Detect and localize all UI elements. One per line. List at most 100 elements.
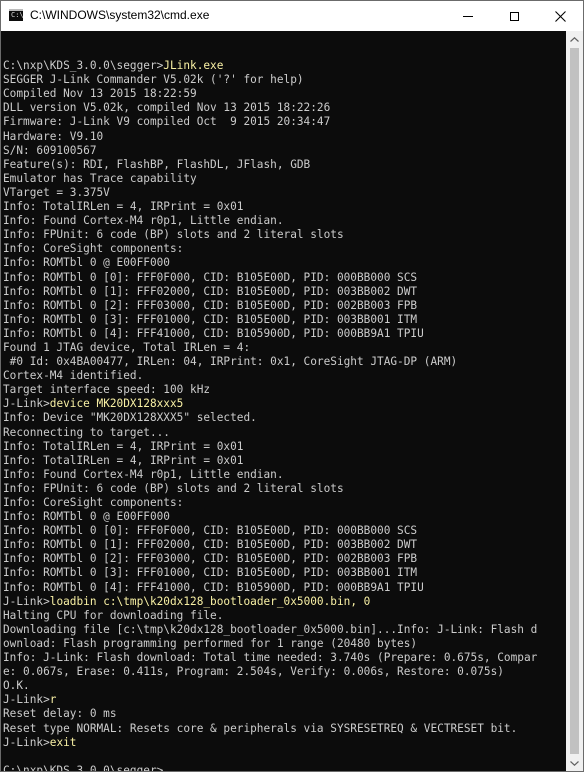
close-button[interactable]: [537, 1, 583, 31]
console-line: Info: ROMTbl 0 [3]: FFF01000, CID: B105E…: [3, 566, 537, 580]
output-text: Reconnecting to target...: [3, 425, 170, 439]
maximize-icon: [509, 11, 519, 21]
console-line: Compiled Nov 13 2015 18:22:59: [3, 87, 537, 101]
console-output[interactable]: C:\nxp\KDS_3.0.0\segger>JLink.exe SEGGER …: [1, 31, 566, 772]
console-line: VTarget = 3.375V: [3, 186, 537, 200]
console-line: ownload: Flash programming performed for…: [3, 637, 537, 651]
output-text: Halting CPU for downloading file.: [3, 608, 224, 622]
output-text: Downloading file [c:\tmp\k20dx128_bootlo…: [3, 622, 538, 636]
console-line: S/N: 609100567: [3, 144, 537, 158]
console-line: C:\nxp\KDS_3.0.0\segger>JLink.exe: [3, 59, 537, 73]
scrollbar-thumb[interactable]: [570, 48, 579, 754]
console-line: Info: ROMTbl 0 [0]: FFF0F000, CID: B105E…: [3, 271, 537, 285]
output-text: Info: ROMTbl 0 [0]: FFF0F000, CID: B105E…: [3, 270, 418, 284]
console-line: Cortex-M4 identified.: [3, 369, 537, 383]
console-line: Info: ROMTbl 0 @ E00FF000: [3, 510, 537, 524]
vertical-scrollbar[interactable]: [566, 31, 583, 771]
console-line: Info: ROMTbl 0 @ E00FF000: [3, 256, 537, 270]
console-line: Info: TotalIRLen = 4, IRPrint = 0x01: [3, 454, 537, 468]
output-text: Firmware: J-Link V9 compiled Oct 9 2015 …: [3, 115, 331, 129]
console-line: Info: CoreSight components:: [3, 496, 537, 510]
output-text: Info: FPUnit: 6 code (BP) slots and 2 li…: [3, 228, 344, 242]
console-line: Info: ROMTbl 0 [3]: FFF01000, CID: B105E…: [3, 313, 537, 327]
output-text: Cortex-M4 identified.: [3, 369, 144, 383]
console-line: Info: ROMTbl 0 [0]: FFF0F000, CID: B105E…: [3, 524, 537, 538]
output-text: Info: CoreSight components:: [3, 496, 184, 509]
output-text: Info: ROMTbl 0 @ E00FF000: [3, 510, 170, 524]
console-line: J-Link>exit: [3, 736, 537, 750]
output-text: Info: ROMTbl 0 [2]: FFF03000, CID: B105E…: [3, 552, 418, 566]
output-text: #0 Id: 0x4BA00477, IRLen: 04, IRPrint: 0…: [3, 355, 458, 369]
scroll-down-arrow-icon: [570, 761, 579, 766]
scroll-up-button[interactable]: [566, 31, 583, 48]
output-text: Info: CoreSight components:: [3, 242, 184, 256]
title-bar[interactable]: C:\ C:\WINDOWS\system32\cmd.exe: [1, 1, 583, 31]
output-text: C:\nxp\KDS_3.0.0\segger>: [3, 763, 164, 772]
output-text: Info: ROMTbl 0 [4]: FFF41000, CID: B1059…: [3, 326, 424, 340]
scroll-down-button[interactable]: [566, 755, 583, 771]
output-text: Info: FPUnit: 6 code (BP) slots and 2 li…: [3, 481, 344, 495]
output-text: Info: ROMTbl 0 [3]: FFF01000, CID: B105E…: [3, 312, 418, 326]
output-text: Info: TotalIRLen = 4, IRPrint = 0x01: [3, 453, 244, 467]
output-text: Feature(s): RDI, FlashBP, FlashDL, JFlas…: [3, 157, 311, 171]
command-text: r: [49, 693, 57, 707]
console-line: DLL version V5.02k, compiled Nov 13 2015…: [3, 101, 537, 115]
cmd-app-icon[interactable]: C:\: [9, 9, 24, 21]
prompt-text: C:\nxp\KDS_3.0.0\segger>: [3, 59, 164, 73]
output-text: Info: ROMTbl 0 [4]: FFF41000, CID: B1059…: [3, 580, 424, 594]
console-line: Info: ROMTbl 0 [4]: FFF41000, CID: B1059…: [3, 581, 537, 595]
output-text: Info: Found Cortex-M4 r0p1, Little endia…: [3, 214, 284, 228]
console-line: Info: TotalIRLen = 4, IRPrint = 0x01: [3, 440, 537, 454]
output-text: Info: J-Link: Flash download: Total time…: [3, 651, 538, 665]
console-line: Reconnecting to target...: [3, 426, 537, 440]
console-line: Info: FPUnit: 6 code (BP) slots and 2 li…: [3, 228, 537, 242]
window-title: C:\WINDOWS\system32\cmd.exe: [30, 8, 210, 22]
console-line: Target interface speed: 100 kHz: [3, 383, 537, 397]
console-line: Halting CPU for downloading file.: [3, 609, 537, 623]
output-text: Hardware: V9.10: [3, 129, 104, 143]
scroll-up-arrow-icon: [570, 37, 579, 42]
console-line: Info: Found Cortex-M4 r0p1, Little endia…: [3, 468, 537, 482]
console-line: Info: J-Link: Flash download: Total time…: [3, 651, 537, 665]
output-text: SEGGER J-Link Commander V5.02k ('?' for …: [3, 73, 304, 87]
console-line: Found 1 JTAG device, Total IRLen = 4:: [3, 341, 537, 355]
console-line: Info: TotalIRLen = 4, IRPrint = 0x01: [3, 200, 537, 214]
console-line: e: 0.067s, Erase: 0.411s, Program: 2.504…: [3, 665, 537, 679]
console-line: J-Link>r: [3, 693, 537, 707]
output-text: O.K.: [3, 679, 30, 693]
close-icon: [554, 10, 566, 22]
console-line: C:\nxp\KDS_3.0.0\segger>: [3, 763, 537, 772]
output-text: Info: ROMTbl 0 [1]: FFF02000, CID: B105E…: [3, 538, 418, 552]
console-line: Info: ROMTbl 0 [2]: FFF03000, CID: B105E…: [3, 552, 537, 566]
console-line: Info: FPUnit: 6 code (BP) slots and 2 li…: [3, 482, 537, 496]
console-line: Emulator has Trace capability: [3, 172, 537, 186]
minimize-icon: [463, 15, 473, 17]
console-line: Firmware: J-Link V9 compiled Oct 9 2015 …: [3, 115, 537, 129]
console-line: SEGGER J-Link Commander V5.02k ('?' for …: [3, 73, 537, 87]
minimize-button[interactable]: [445, 1, 491, 31]
output-text: Found 1 JTAG device, Total IRLen = 4:: [3, 340, 251, 354]
console-line: J-Link>device MK20DX128xxx5: [3, 397, 537, 411]
command-text: exit: [49, 735, 77, 749]
output-text: Info: ROMTbl 0 [3]: FFF01000, CID: B105E…: [3, 566, 418, 580]
output-text: Info: TotalIRLen = 4, IRPrint = 0x01: [3, 200, 244, 214]
console-line: Info: ROMTbl 0 [2]: FFF03000, CID: B105E…: [3, 299, 537, 313]
output-text: VTarget = 3.375V: [3, 185, 110, 199]
console-line: Reset delay: 0 ms: [3, 707, 537, 721]
console-line: Hardware: V9.10: [3, 130, 537, 144]
console-line: Info: CoreSight components:: [3, 242, 537, 256]
output-text: Info: ROMTbl 0 @ E00FF000: [3, 256, 170, 270]
output-text: Info: TotalIRLen = 4, IRPrint = 0x01: [3, 439, 244, 453]
console-line: J-Link>loadbin c:\tmp\k20dx128_bootloade…: [3, 595, 537, 609]
output-text: Emulator has Trace capability: [3, 171, 197, 185]
console-line: #0 Id: 0x4BA00477, IRLen: 04, IRPrint: 0…: [3, 355, 537, 369]
command-text: loadbin c:\tmp\k20dx128_bootloader_0x500…: [49, 594, 371, 608]
output-text: Reset delay: 0 ms: [3, 707, 117, 721]
maximize-button[interactable]: [491, 1, 537, 31]
command-text: device MK20DX128xxx5: [49, 397, 184, 411]
output-text: Info: ROMTbl 0 [1]: FFF02000, CID: B105E…: [3, 284, 418, 298]
output-text: DLL version V5.02k, compiled Nov 13 2015…: [3, 101, 331, 115]
prompt-text: J-Link>: [3, 735, 50, 749]
console-line: Info: ROMTbl 0 [4]: FFF41000, CID: B1059…: [3, 327, 537, 341]
